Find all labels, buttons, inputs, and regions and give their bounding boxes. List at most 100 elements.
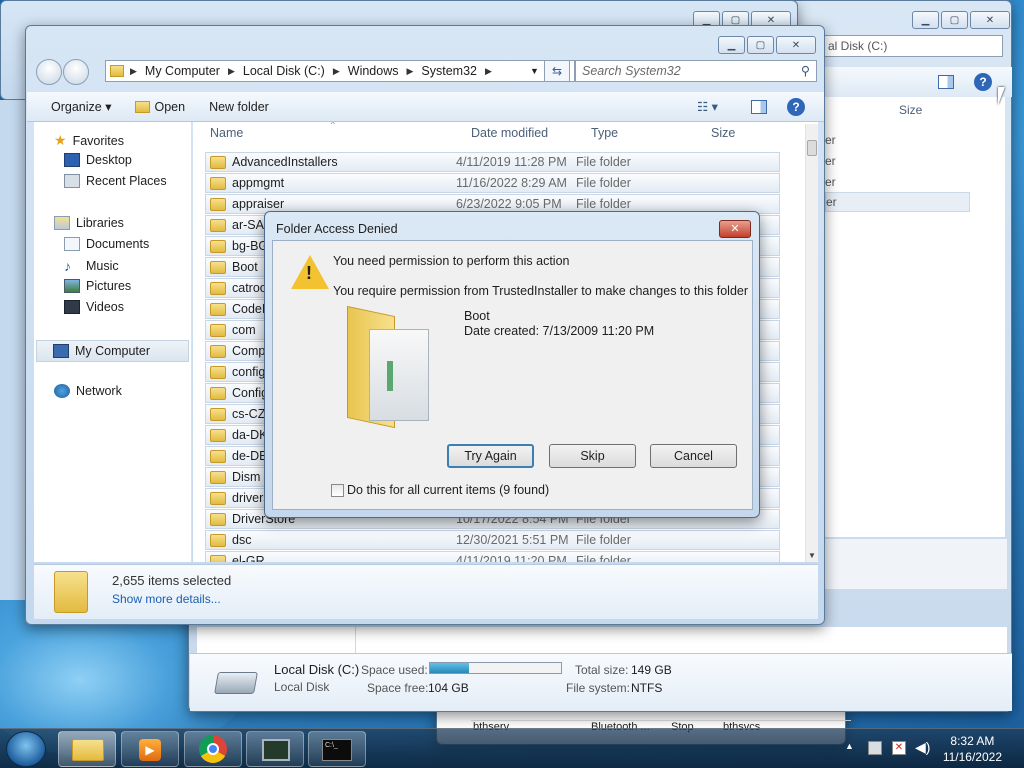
file-type: File folder xyxy=(576,197,631,211)
preview-pane-icon[interactable] xyxy=(751,100,767,114)
forward-button[interactable] xyxy=(63,59,89,85)
folder-icon xyxy=(210,218,226,232)
file-row[interactable]: AdvancedInstallers 4/11/2019 11:28 PM File… xyxy=(205,152,780,172)
action-center-icon[interactable]: ✕ xyxy=(892,741,906,755)
nav-pictures[interactable]: Pictures xyxy=(64,279,131,293)
libraries-icon xyxy=(54,216,70,230)
space-used-bar xyxy=(429,662,562,674)
column-header-size[interactable]: Size xyxy=(711,126,735,148)
breadcrumb-item[interactable]: Local Disk (C:) xyxy=(243,64,325,78)
folder-icon xyxy=(210,176,226,190)
try-again-button[interactable]: Try Again xyxy=(447,444,534,468)
column-header-type[interactable]: Type xyxy=(591,126,618,148)
folder-icon xyxy=(210,155,226,169)
disk-name: Local Disk (C:) xyxy=(274,662,360,677)
apply-to-all-label[interactable]: Do this for all current items (9 found) xyxy=(347,483,549,497)
back-list: Size er er er er xyxy=(825,97,1005,537)
nav-label: Network xyxy=(76,384,122,398)
list-item[interactable]: er xyxy=(825,192,970,212)
views-icon[interactable]: ☷ ▾ xyxy=(697,99,718,114)
list-item[interactable]: er xyxy=(825,154,836,168)
folder-icon xyxy=(210,407,226,421)
nav-desktop[interactable]: Desktop xyxy=(64,153,132,167)
maximize-button[interactable]: ▢ xyxy=(747,36,774,54)
total-size-label: Total size: xyxy=(575,663,629,677)
nav-my-computer[interactable]: My Computer xyxy=(36,340,189,362)
nav-libraries[interactable]: Libraries xyxy=(54,216,124,230)
nav-music[interactable]: ♪ Music xyxy=(64,258,119,274)
list-item[interactable]: er xyxy=(825,133,836,147)
chevron-right-icon[interactable]: ▶ xyxy=(228,66,235,77)
organize-menu[interactable]: Organize ▾ xyxy=(51,99,111,114)
taskbar-media-player[interactable]: ▶ xyxy=(121,731,179,767)
command-bar: Organize ▾ Open New folder ☷ ▾ ? xyxy=(27,92,824,122)
network-icon xyxy=(54,384,70,398)
nav-label: Documents xyxy=(86,237,150,251)
refresh-button[interactable]: ⇆ xyxy=(544,60,570,82)
open-button[interactable]: Open xyxy=(135,100,185,114)
list-item[interactable]: er xyxy=(825,175,836,189)
start-button[interactable] xyxy=(6,731,46,767)
clock[interactable]: 8:32 AM 11/16/2022 xyxy=(943,733,1002,765)
back-button[interactable] xyxy=(36,59,62,85)
file-name-cell: AdvancedInstallers xyxy=(206,155,442,169)
breadcrumb-item[interactable]: My Computer xyxy=(145,64,220,78)
file-name: AdvancedInstallers xyxy=(232,155,338,169)
file-row[interactable]: dsc 12/30/2021 5:51 PM File folder xyxy=(205,530,780,550)
close-button[interactable]: ✕ xyxy=(719,220,751,238)
show-hidden-icons-icon[interactable]: ▲ xyxy=(845,741,854,751)
breadcrumb-item[interactable]: System32 xyxy=(421,64,477,78)
help-icon[interactable]: ? xyxy=(974,73,992,91)
address-bar[interactable]: ▶ My Computer ▶ Local Disk (C:) ▶ Window… xyxy=(105,60,575,82)
folder-icon xyxy=(210,533,226,547)
column-header-name[interactable]: Name xyxy=(210,126,243,148)
cancel-button[interactable]: Cancel xyxy=(650,444,737,468)
size-column-header[interactable]: Size xyxy=(899,103,922,117)
warning-mark: ! xyxy=(306,263,312,283)
folder-icon xyxy=(210,449,226,463)
taskbar-chrome[interactable] xyxy=(184,731,242,767)
taskbar-explorer[interactable] xyxy=(58,731,116,767)
nav-videos[interactable]: Videos xyxy=(64,300,124,314)
space-used-label: Space used: xyxy=(361,663,428,677)
search-input[interactable]: Search System32 ⚲ xyxy=(575,60,817,82)
breadcrumb-item[interactable]: Windows xyxy=(348,64,399,78)
nav-recent-places[interactable]: Recent Places xyxy=(64,174,167,188)
file-date: 12/30/2021 5:51 PM xyxy=(456,533,569,547)
file-row[interactable]: appmgmt 11/16/2022 8:29 AM File folder xyxy=(205,173,780,193)
taskbar-task-manager[interactable] xyxy=(246,731,304,767)
apply-to-all-checkbox[interactable] xyxy=(331,484,344,497)
volume-icon[interactable]: ◀) xyxy=(915,739,930,756)
chevron-right-icon[interactable]: ▶ xyxy=(333,66,340,77)
maximize-button[interactable]: ▢ xyxy=(941,11,968,29)
close-button[interactable]: ✕ xyxy=(970,11,1010,29)
chevron-right-icon[interactable]: ▶ xyxy=(485,66,492,77)
file-row[interactable]: el-GR 4/11/2019 11:20 PM File folder xyxy=(205,551,780,562)
network-tray-icon[interactable] xyxy=(868,741,882,755)
vertical-scrollbar[interactable]: ▼ xyxy=(805,124,818,562)
scroll-thumb[interactable] xyxy=(807,140,817,156)
folder-icon xyxy=(135,100,151,113)
minimize-button[interactable]: ▁ xyxy=(912,11,939,29)
skip-button[interactable]: Skip xyxy=(549,444,636,468)
chevron-down-icon[interactable]: ▼ xyxy=(530,66,539,76)
column-header-date[interactable]: Date modified xyxy=(471,126,548,148)
back-search-input[interactable]: al Disk (C:) xyxy=(821,35,1003,57)
folder-icon xyxy=(210,512,226,526)
taskbar-command-prompt[interactable]: C:\_ xyxy=(308,731,366,767)
desktop-icon xyxy=(64,153,80,167)
minimize-button[interactable]: ▁ xyxy=(718,36,745,54)
help-icon[interactable]: ? xyxy=(787,98,805,116)
show-more-details-link[interactable]: Show more details... xyxy=(112,592,221,606)
search-placeholder: Search System32 xyxy=(582,64,681,78)
nav-network[interactable]: Network xyxy=(54,384,122,398)
close-button[interactable]: ✕ xyxy=(776,36,816,54)
nav-documents[interactable]: Documents xyxy=(64,237,149,251)
file-name: Config xyxy=(232,386,269,400)
preview-pane-icon[interactable] xyxy=(938,75,954,89)
scroll-down-icon[interactable]: ▼ xyxy=(808,551,816,560)
nav-favorites[interactable]: ★ Favorites xyxy=(54,132,124,149)
chevron-right-icon[interactable]: ▶ xyxy=(406,66,413,77)
new-folder-button[interactable]: New folder xyxy=(209,100,269,114)
chevron-right-icon[interactable]: ▶ xyxy=(130,66,137,77)
